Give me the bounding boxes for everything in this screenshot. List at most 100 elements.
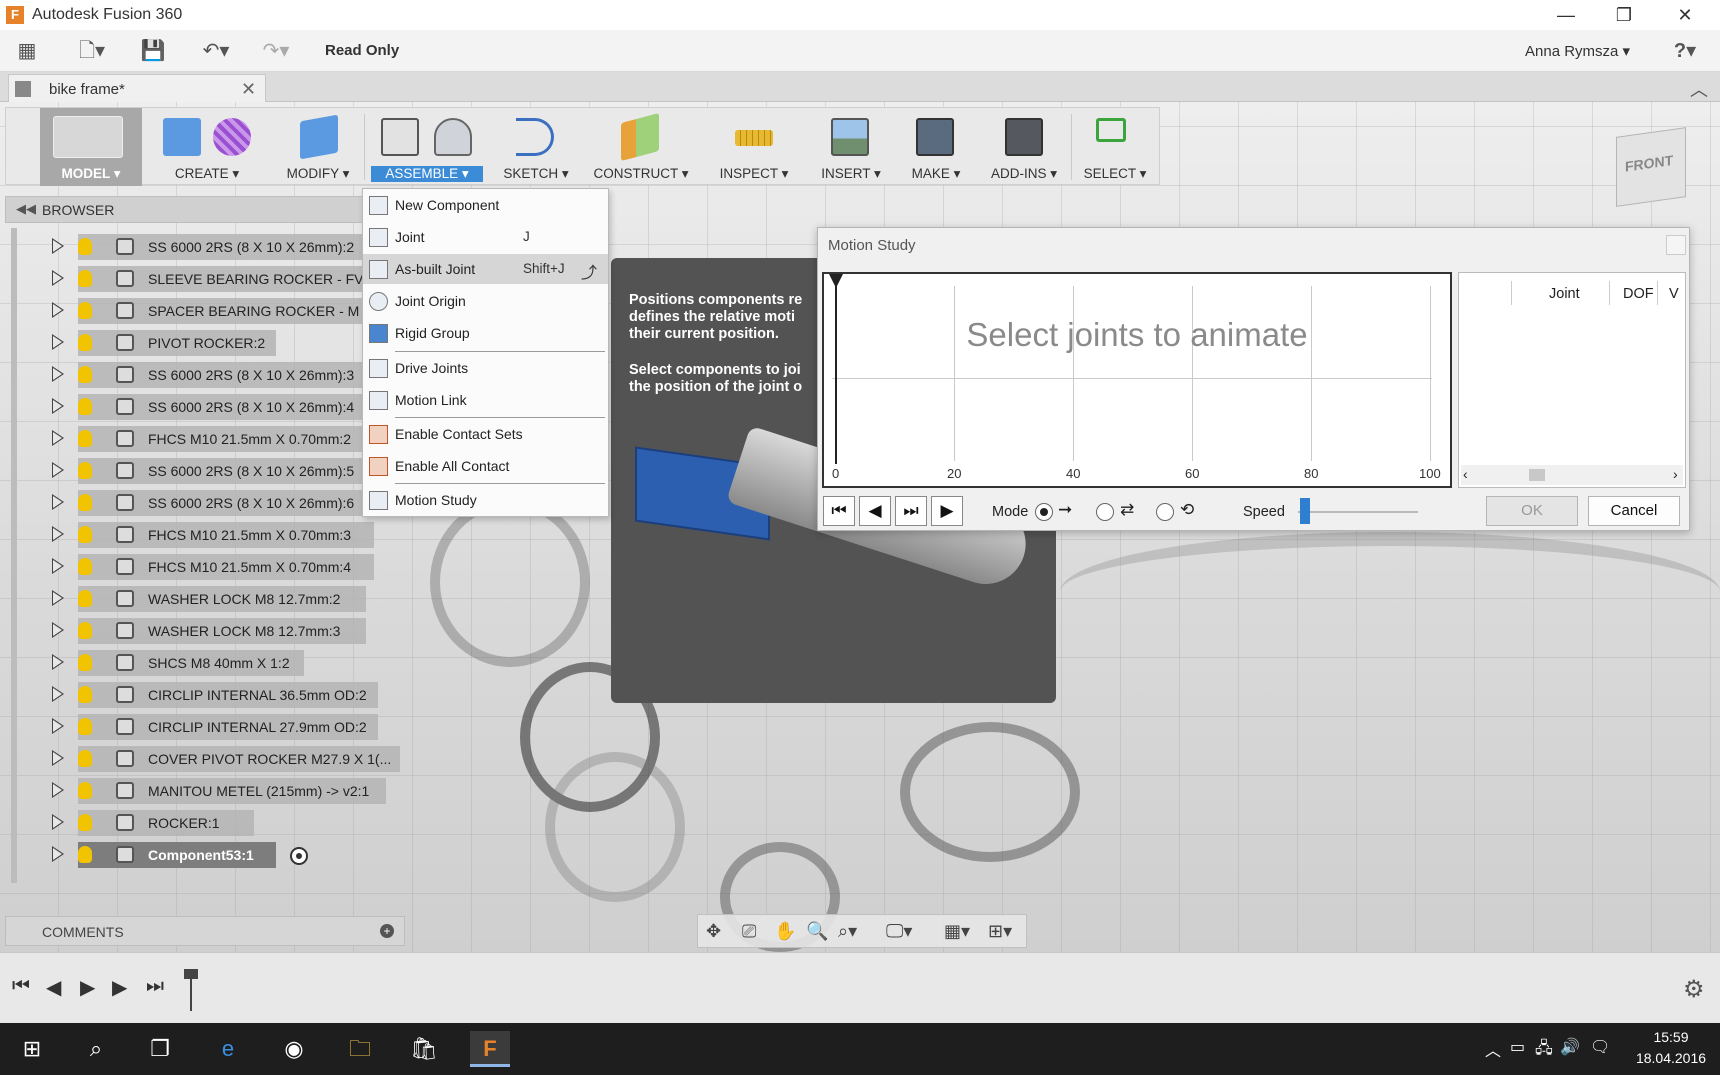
visibility-bulb-icon[interactable] — [78, 686, 92, 703]
search-icon[interactable]: ⌕ — [76, 1031, 116, 1067]
expand-triangle-icon[interactable] — [52, 654, 64, 670]
expand-triangle-icon[interactable] — [52, 622, 64, 638]
fit-zoom-icon[interactable]: ⌕▾ — [838, 921, 857, 942]
close-tab-icon[interactable]: ✕ — [241, 79, 256, 100]
play-button[interactable]: ▶ — [931, 496, 963, 526]
horizontal-scrollbar[interactable] — [1461, 465, 1683, 485]
zoom-icon[interactable]: 🔍 — [806, 921, 828, 942]
browser-header[interactable]: ◀◀ BROWSER — [5, 196, 405, 223]
ok-button[interactable]: OK — [1486, 496, 1578, 526]
step-forward-button[interactable]: ⏭ — [895, 496, 927, 526]
cancel-button[interactable]: Cancel — [1588, 496, 1680, 526]
expand-triangle-icon[interactable] — [52, 494, 64, 510]
visibility-bulb-icon[interactable] — [78, 366, 92, 383]
file-menu-icon[interactable]: 🗋▾ — [72, 38, 112, 64]
visibility-bulb-icon[interactable] — [78, 846, 92, 863]
menu-item-joint[interactable]: Joint J — [363, 222, 608, 252]
document-tab[interactable]: bike frame* ✕ — [8, 74, 266, 102]
task-view-icon[interactable]: ❐ — [140, 1031, 180, 1067]
orbit-icon[interactable]: ✥ — [706, 921, 721, 942]
expand-triangle-icon[interactable] — [52, 750, 64, 766]
expand-triangle-icon[interactable] — [52, 718, 64, 734]
construct-menu[interactable]: CONSTRUCT ▾ — [591, 108, 691, 186]
redo-icon[interactable]: ↷▾ — [254, 38, 298, 64]
look-at-icon[interactable]: ⎚ — [742, 921, 756, 942]
timeline-end-icon[interactable]: ⏭ — [146, 975, 164, 998]
play-backward-button[interactable]: ◀ — [859, 496, 891, 526]
expand-triangle-icon[interactable] — [52, 526, 64, 542]
minimize-button[interactable]: — — [1551, 4, 1581, 26]
visibility-bulb-icon[interactable] — [78, 302, 92, 319]
expand-triangle-icon[interactable] — [52, 366, 64, 382]
expand-triangle-icon[interactable] — [52, 814, 64, 830]
sketch-menu[interactable]: SKETCH ▾ — [496, 108, 576, 186]
visibility-bulb-icon[interactable] — [78, 270, 92, 287]
inspect-menu[interactable]: INSPECT ▾ — [711, 108, 797, 186]
battery-icon[interactable]: ▭ — [1510, 1037, 1525, 1057]
show-hidden-icons-icon[interactable]: ︿ — [1485, 1037, 1501, 1061]
assemble-menu[interactable]: ASSEMBLE ▾ — [371, 108, 483, 186]
visibility-bulb-icon[interactable] — [78, 462, 92, 479]
timeline-step-forward-icon[interactable]: ▶ — [112, 975, 127, 1000]
visibility-bulb-icon[interactable] — [78, 526, 92, 543]
add-ins-menu[interactable]: ADD-INS ▾ — [981, 108, 1067, 186]
volume-icon[interactable]: 🔊 — [1560, 1037, 1580, 1057]
menu-item-rigid-group[interactable]: Rigid Group — [363, 318, 608, 348]
speed-slider-track[interactable] — [1298, 511, 1418, 513]
data-panel-grid-icon[interactable]: ▦ — [14, 38, 40, 64]
visibility-bulb-icon[interactable] — [78, 750, 92, 767]
menu-item-new-component[interactable]: New Component — [363, 190, 608, 220]
scroll-left-icon[interactable]: ‹ — [1463, 466, 1468, 482]
grid-settings-icon[interactable]: ▦▾ — [944, 921, 970, 942]
visibility-bulb-icon[interactable] — [78, 622, 92, 639]
expand-triangle-icon[interactable] — [52, 302, 64, 318]
expand-triangle-icon[interactable] — [52, 334, 64, 350]
visibility-bulb-icon[interactable] — [78, 334, 92, 351]
undo-icon[interactable]: ↶▾ — [194, 38, 238, 64]
speed-slider-thumb[interactable] — [1300, 498, 1310, 524]
restore-button[interactable]: ❐ — [1609, 4, 1639, 26]
help-icon[interactable]: ?▾ — [1665, 38, 1705, 64]
dialog-close-button[interactable] — [1666, 235, 1686, 255]
close-button[interactable]: ✕ — [1670, 4, 1700, 26]
column-header-joint[interactable]: Joint — [1549, 286, 1580, 302]
user-menu[interactable]: Anna Rymsza ▾ — [1525, 42, 1630, 60]
menu-item-joint-origin[interactable]: Joint Origin — [363, 286, 608, 316]
make-menu[interactable]: MAKE ▾ — [898, 108, 974, 186]
mode-one-way-radio[interactable] — [1035, 503, 1053, 521]
comments-panel[interactable]: COMMENTS + — [5, 916, 405, 946]
visibility-bulb-icon[interactable] — [78, 558, 92, 575]
modify-menu[interactable]: MODIFY ▾ — [278, 108, 358, 186]
expand-triangle-icon[interactable] — [52, 558, 64, 574]
visibility-bulb-icon[interactable] — [78, 590, 92, 607]
menu-item-drive-joints[interactable]: Drive Joints — [363, 353, 608, 383]
expand-triangle-icon[interactable] — [52, 846, 64, 862]
visibility-bulb-icon[interactable] — [78, 238, 92, 255]
windows-start-icon[interactable]: ⊞ — [12, 1031, 52, 1067]
display-settings-icon[interactable]: 🖵▾ — [886, 921, 912, 942]
menu-item-enable-contact-sets[interactable]: Enable Contact Sets — [363, 419, 608, 449]
timeline-marker-handle[interactable] — [184, 969, 198, 979]
store-icon[interactable]: 🛍 — [404, 1031, 444, 1067]
timeline-step-back-icon[interactable]: ◀ — [46, 975, 61, 1000]
steam-icon[interactable]: ◉ — [274, 1031, 314, 1067]
insert-menu[interactable]: INSERT ▾ — [811, 108, 891, 186]
go-to-start-button[interactable]: ⏮ — [823, 496, 855, 526]
timeline-playhead[interactable] — [829, 274, 843, 464]
expand-triangle-icon[interactable] — [52, 398, 64, 414]
visibility-bulb-icon[interactable] — [78, 430, 92, 447]
visibility-bulb-icon[interactable] — [78, 814, 92, 831]
collapse-chevron-icon[interactable]: ︿ — [1690, 76, 1708, 102]
visibility-bulb-icon[interactable] — [78, 494, 92, 511]
expand-triangle-icon[interactable] — [52, 686, 64, 702]
expand-triangle-icon[interactable] — [52, 590, 64, 606]
timeline-start-icon[interactable]: ⏮ — [12, 975, 30, 998]
add-comment-icon[interactable]: + — [380, 924, 394, 938]
expand-triangle-icon[interactable] — [52, 270, 64, 286]
timeline-settings-gear-icon[interactable]: ⚙ — [1683, 975, 1705, 1004]
menu-item-motion-study[interactable]: Motion Study — [363, 485, 608, 515]
menu-item-enable-all-contact[interactable]: Enable All Contact — [363, 451, 608, 481]
viewports-icon[interactable]: ⊞▾ — [988, 921, 1012, 942]
menu-item-motion-link[interactable]: Motion Link — [363, 385, 608, 415]
joint-table[interactable]: Joint DOF V ‹ › — [1458, 272, 1686, 488]
